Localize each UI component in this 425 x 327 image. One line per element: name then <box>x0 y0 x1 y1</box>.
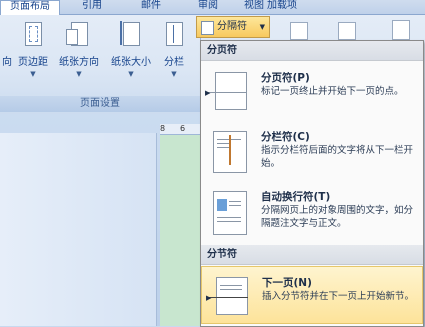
orientation-label: 纸张方向 <box>59 57 99 68</box>
breaks-icon <box>201 21 214 35</box>
watermark-icon[interactable] <box>290 22 308 40</box>
page-borders-icon[interactable] <box>392 20 410 40</box>
tab-page-layout[interactable]: 页面布局 <box>0 0 60 15</box>
page-break-title: 分页符(P) <box>261 72 310 84</box>
page-color-icon[interactable] <box>338 22 356 40</box>
text-wrapping-break-desc: 分隔网页上的对象周围的文字，如分隔题注文字与正文。 <box>261 205 414 229</box>
margins-icon <box>22 20 44 48</box>
chevron-down-icon: ▼ <box>259 23 265 31</box>
page-breaks-section-header: 分页符 <box>201 41 423 61</box>
breaks-button[interactable]: 分隔符 ▼ <box>196 16 270 38</box>
page-break-desc: 标记一页终止并开始下一页的点。 <box>261 86 404 97</box>
size-button[interactable]: 纸张大小 ▼ <box>106 20 156 86</box>
text-wrapping-break-title: 自动换行符(T) <box>261 191 331 203</box>
next-page-break-icon: ▶ <box>206 271 248 317</box>
section-breaks-section-header: 分节符 <box>201 245 423 265</box>
columns-button[interactable]: 分栏 ▼ <box>158 20 190 86</box>
chevron-down-icon: ▼ <box>171 70 177 78</box>
breaks-label: 分隔符 <box>217 21 247 32</box>
column-break-title: 分栏符(C) <box>261 131 310 143</box>
text-direction-button[interactable]: 向 <box>0 20 14 86</box>
ruler-mark: 8 <box>160 124 166 133</box>
next-page-title: 下一页(N) <box>262 277 312 289</box>
menu-item-column-break[interactable]: 分栏符(C) 指示分栏符后面的文字将从下一栏开始。 <box>201 121 423 179</box>
column-break-icon <box>205 125 247 173</box>
orientation-button[interactable]: 纸张方向 ▼ <box>54 20 104 86</box>
columns-icon <box>163 20 185 48</box>
margins-label: 页边距 <box>18 57 48 68</box>
orientation-icon <box>66 20 90 48</box>
text-direction-label: 向 <box>2 57 12 68</box>
tab-add-ins[interactable]: 加载项 <box>252 0 312 13</box>
chevron-down-icon: ▼ <box>128 70 134 78</box>
menu-item-page-break[interactable]: ▶ 分页符(P) 标记一页终止并开始下一页的点。 <box>201 62 423 120</box>
tab-references[interactable]: 引用 <box>64 0 120 13</box>
text-wrapping-break-icon <box>205 185 247 235</box>
page-setup-group-label: 页面设置 <box>0 96 200 112</box>
tab-mailings[interactable]: 邮件 <box>126 0 176 13</box>
paper-size-icon <box>120 20 142 48</box>
ribbon-tab-bar: 页面布局 引用 邮件 审阅 视图 加载项 <box>0 0 425 15</box>
next-page-desc: 插入分节符并在下一页上开始新节。 <box>262 291 415 302</box>
chevron-down-icon: ▼ <box>30 70 36 78</box>
document-page[interactable] <box>0 133 157 326</box>
page-break-icon: ▶ <box>205 66 247 112</box>
menu-item-next-page[interactable]: ▶ 下一页(N) 插入分节符并在下一页上开始新节。 <box>201 266 423 324</box>
column-break-desc: 指示分栏符后面的文字将从下一栏开始。 <box>261 145 414 169</box>
tab-review[interactable]: 审阅 <box>186 0 230 13</box>
ruler-mark: 6 <box>180 124 186 133</box>
chevron-down-icon: ▼ <box>76 70 82 78</box>
breaks-dropdown-menu: 分页符 ▶ 分页符(P) 标记一页终止并开始下一页的点。 分栏符(C) 指示分栏… <box>200 40 424 327</box>
margins-button[interactable]: 页边距 ▼ <box>14 20 52 86</box>
columns-label: 分栏 <box>164 57 184 68</box>
menu-item-text-wrapping-break[interactable]: 自动换行符(T) 分隔网页上的对象周围的文字，如分隔题注文字与正文。 <box>201 181 423 243</box>
size-label: 纸张大小 <box>111 57 151 68</box>
